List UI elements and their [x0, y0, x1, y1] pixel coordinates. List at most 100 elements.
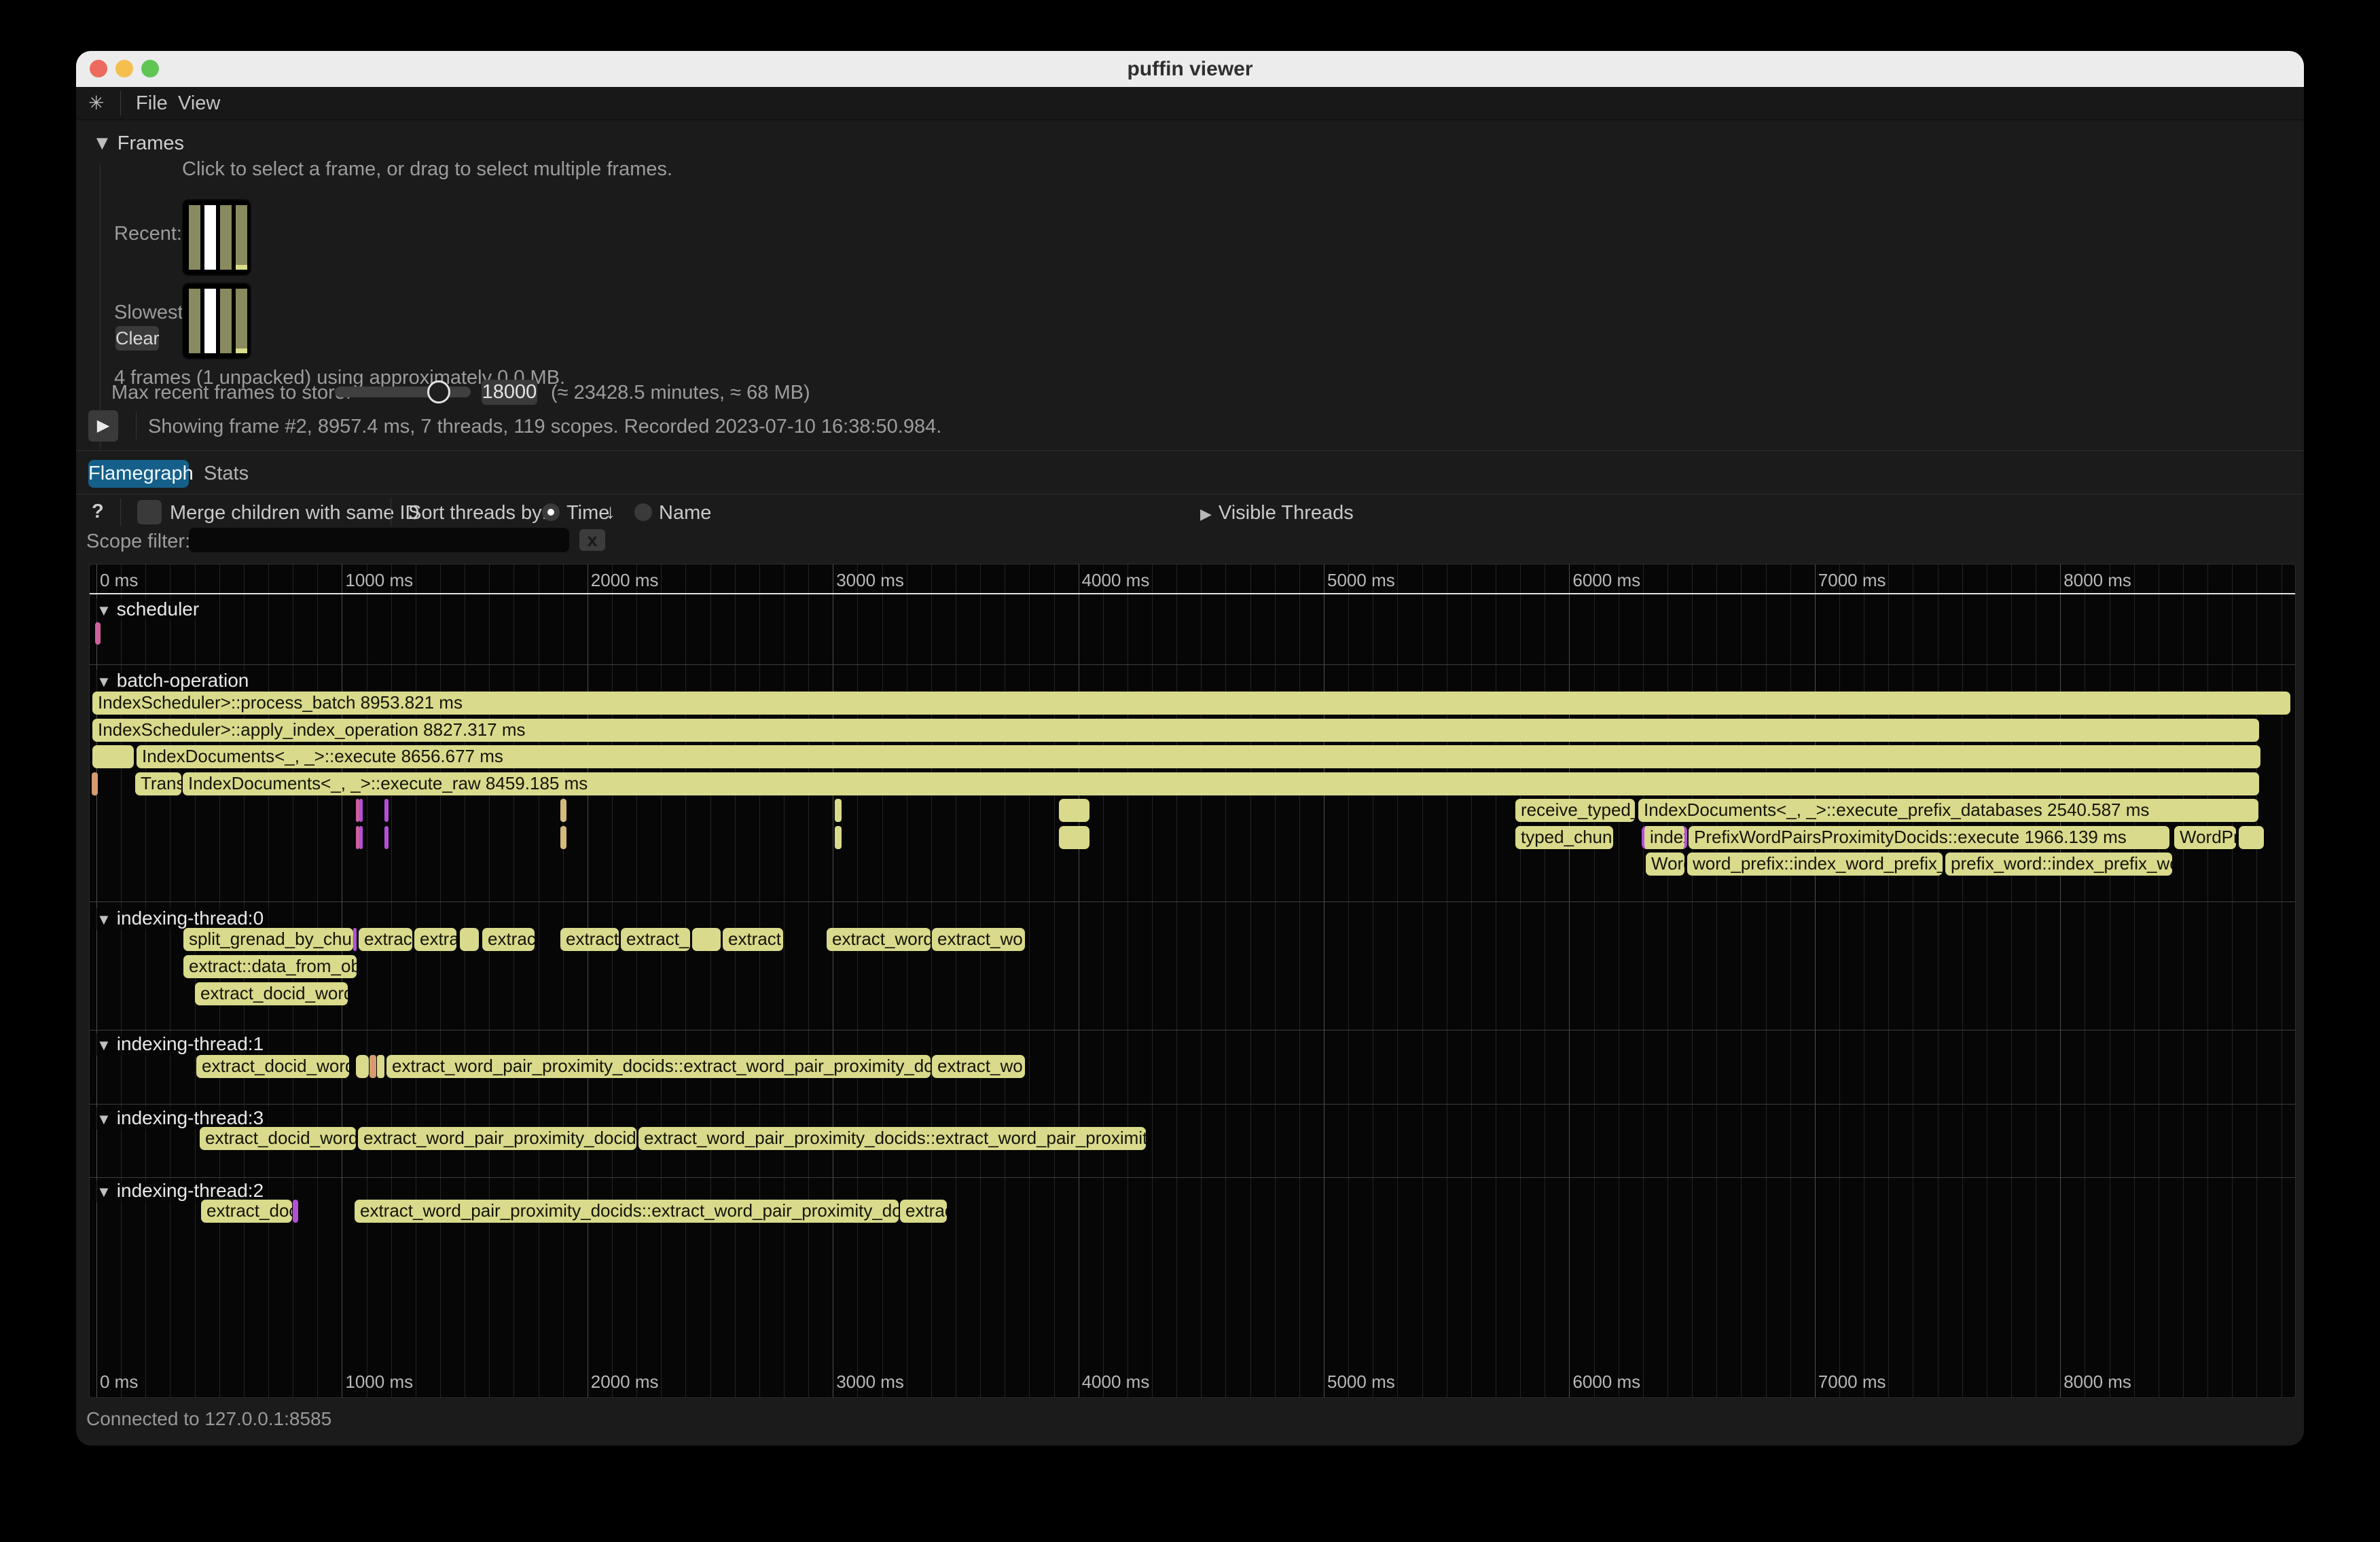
scope-bar[interactable] [1059, 826, 1089, 849]
tab-stats[interactable]: Stats [204, 460, 249, 488]
scope-bar[interactable]: extract_word_pair_proximity_docids::extr… [355, 1200, 899, 1223]
scope-bar[interactable]: extract [359, 928, 412, 951]
visible-threads-toggle[interactable]: ▶Visible Threads [1200, 502, 1354, 524]
frames-header[interactable]: ▼ Frames [92, 132, 184, 155]
scope-bar[interactable]: extract [723, 928, 783, 951]
scope-bar[interactable] [95, 622, 101, 645]
scope-bar[interactable]: extract_ [560, 928, 619, 951]
help-button[interactable]: ? [92, 501, 104, 523]
window-title: puffin viewer [76, 51, 2304, 87]
thread-separator [90, 901, 2295, 902]
gridline [1692, 564, 1693, 1397]
scope-bar[interactable] [369, 1055, 376, 1078]
scope-filter-input[interactable] [189, 528, 569, 552]
clear-button[interactable]: Clear [115, 326, 159, 351]
scope-bar[interactable]: PrefixWordPairsProximityDocids::execute … [1689, 826, 2169, 849]
scope-bar[interactable]: extract_word [827, 928, 931, 951]
scope-bar[interactable]: extract::data_from_ob [183, 955, 357, 978]
scope-bar[interactable] [359, 799, 363, 822]
scope-bar[interactable] [384, 799, 389, 822]
axis-baseline [90, 593, 2295, 594]
thread-name: indexing-thread:3 [117, 1107, 264, 1128]
tab-flamegraph[interactable]: Flamegraph [88, 460, 189, 488]
gridline [2183, 564, 2184, 1397]
thumbnail-bar-tip [236, 348, 247, 353]
scope-bar[interactable]: extract_docid_word [195, 982, 348, 1005]
scope-bar[interactable]: IndexDocuments<_, _>::execute_prefix_dat… [1638, 799, 2258, 822]
scope-bar[interactable]: extract_word_pair_proximity_docids [358, 1127, 636, 1150]
thread-name: scheduler [117, 598, 199, 620]
scope-bar[interactable]: typed_chunk::w [1515, 826, 1613, 849]
max-frames-value[interactable]: 18000 [482, 380, 537, 405]
scope-bar[interactable]: extract_wo [932, 1055, 1025, 1078]
scope-bar[interactable] [560, 799, 566, 822]
collapse-triangle-icon: ▼ [92, 132, 112, 154]
scope-bar[interactable]: Word [1646, 853, 1684, 876]
scope-bar[interactable]: extrac [900, 1200, 947, 1223]
scope-bar[interactable] [835, 799, 842, 822]
sort-time-radio[interactable] [542, 503, 560, 521]
scope-bar[interactable] [293, 1200, 298, 1223]
axis-tick-label: 6000 ms [1572, 570, 1640, 591]
thread-header-indexing-thread:0[interactable]: ▼indexing-thread:0 [94, 908, 269, 930]
thread-separator [90, 1177, 2295, 1178]
scope-bar[interactable] [460, 928, 479, 951]
max-frames-slider[interactable] [335, 387, 471, 397]
app-menu-icon[interactable]: ✳ [88, 87, 104, 120]
scope-bar[interactable]: extra [414, 928, 456, 951]
menu-view[interactable]: View [178, 87, 220, 120]
scope-bar[interactable]: receive_typed_ [1515, 799, 1635, 822]
scope-bar[interactable] [356, 1055, 369, 1078]
scope-bar[interactable]: extract_word_pair_proximity_docids::extr… [386, 1055, 931, 1078]
scope-bar[interactable] [2239, 826, 2264, 849]
scope-bar[interactable]: extrac [482, 928, 535, 951]
flamegraph-canvas[interactable]: 0 ms0 ms1000 ms1000 ms2000 ms2000 ms3000… [89, 564, 2296, 1398]
menu-file[interactable]: File [136, 87, 168, 120]
gridline [1938, 564, 1939, 1397]
scope-bar[interactable]: IndexDocuments<_, _>::execute 8656.677 m… [137, 745, 2260, 768]
scope-bar[interactable] [353, 928, 357, 951]
sort-direction-icon[interactable]: ↓ [605, 501, 615, 524]
play-button[interactable]: ▶ [88, 410, 118, 442]
scope-bar[interactable] [92, 772, 98, 795]
play-icon: ▶ [97, 416, 109, 435]
sort-name-radio[interactable] [634, 503, 652, 521]
scope-bar[interactable]: index [1642, 826, 1687, 849]
slowest-frames-thumbnail[interactable] [182, 283, 251, 359]
scope-bar[interactable]: extract_word_pair_proximity_docids::extr… [638, 1127, 1146, 1150]
axis-tick-label: 0 ms [100, 570, 138, 591]
scope-bar[interactable]: prefix_word::index_prefix_wo [1945, 853, 2172, 876]
scope-bar[interactable]: extract_docid_word [200, 1127, 356, 1150]
scope-bar[interactable]: word_prefix::index_word_prefix_ [1687, 853, 1943, 876]
scope-bar[interactable]: IndexScheduler>::process_batch 8953.821 … [92, 692, 2290, 715]
scope-bar[interactable]: split_grenad_by_chun [183, 928, 353, 951]
recent-frames-thumbnail[interactable] [182, 199, 251, 276]
scope-bar[interactable]: extract_wo [932, 928, 1025, 951]
scope-bar[interactable] [835, 826, 842, 849]
gridline [1667, 564, 1668, 1397]
scope-bar[interactable] [692, 928, 721, 951]
scope-bar[interactable]: WordPr [2174, 826, 2236, 849]
thread-header-indexing-thread:1[interactable]: ▼indexing-thread:1 [94, 1033, 269, 1056]
max-frames-slider-knob[interactable] [427, 380, 450, 404]
scope-bar[interactable] [1059, 799, 1089, 822]
scope-bar[interactable] [359, 826, 363, 849]
scope-bar[interactable] [377, 1055, 384, 1078]
sort-time-label: Time [566, 502, 609, 524]
thread-header-batch-operation[interactable]: ▼batch-operation [94, 670, 254, 692]
scope-bar[interactable]: IndexDocuments<_, _>::execute_raw 8459.1… [183, 772, 2259, 795]
scope-bar[interactable] [92, 745, 134, 768]
scope-bar[interactable] [384, 826, 389, 849]
merge-children-checkbox[interactable] [137, 500, 162, 524]
scope-filter-clear-button[interactable]: x [579, 529, 605, 551]
thread-header-scheduler[interactable]: ▼scheduler [94, 598, 204, 621]
axis-tick-label: 5000 ms [1327, 1371, 1395, 1393]
scope-bar[interactable] [560, 826, 566, 849]
scope-bar[interactable]: extract_docid_word [196, 1055, 349, 1078]
gridline [808, 564, 809, 1397]
scope-bar[interactable]: extract_ [621, 928, 690, 951]
scope-bar[interactable]: IndexScheduler>::apply_index_operation 8… [92, 719, 2259, 742]
scope-bar[interactable]: extract_doc [201, 1200, 292, 1223]
thread-name: indexing-thread:1 [117, 1033, 264, 1054]
scope-bar[interactable]: Trans [135, 772, 181, 795]
